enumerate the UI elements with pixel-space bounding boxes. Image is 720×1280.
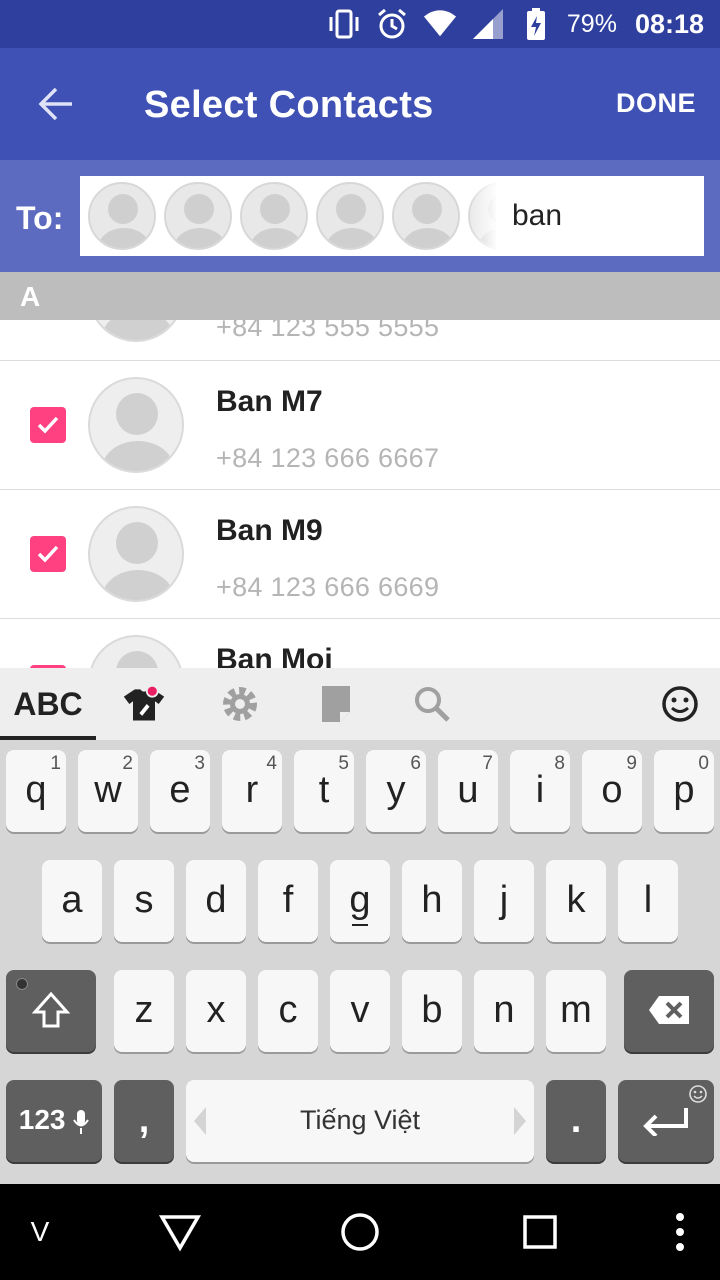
to-label: To: bbox=[16, 200, 64, 236]
avatar bbox=[88, 635, 184, 668]
key-h[interactable]: h bbox=[402, 860, 462, 942]
key-d[interactable]: d bbox=[186, 860, 246, 942]
key-z[interactable]: z bbox=[114, 970, 174, 1052]
space-key[interactable]: Tiếng Việt bbox=[186, 1080, 534, 1162]
back-arrow-icon bbox=[38, 87, 72, 121]
app-bar: Select Contacts DONE bbox=[0, 48, 720, 160]
key-m[interactable]: m bbox=[546, 970, 606, 1052]
shift-key[interactable] bbox=[6, 970, 96, 1052]
battery-charging-icon bbox=[519, 7, 553, 41]
settings-gear-icon[interactable] bbox=[218, 682, 262, 726]
key-c[interactable]: c bbox=[258, 970, 318, 1052]
key-o[interactable]: o9 bbox=[582, 750, 642, 832]
enter-key[interactable] bbox=[618, 1080, 714, 1162]
contact-name: Ban M9 bbox=[216, 514, 323, 547]
contact-list[interactable]: +84 123 555 5555 Ban M7 +84 123 666 6667… bbox=[0, 320, 720, 668]
home-circle-icon[interactable] bbox=[336, 1208, 384, 1256]
backspace-icon bbox=[649, 996, 689, 1024]
contact-row[interactable]: +84 123 555 5555 bbox=[0, 320, 720, 361]
contact-checkbox[interactable] bbox=[30, 536, 66, 572]
recipient-chip[interactable] bbox=[316, 182, 384, 250]
key-e[interactable]: e3 bbox=[150, 750, 210, 832]
tab-abc[interactable]: ABC bbox=[0, 668, 96, 740]
contact-row[interactable]: Ban Moi bbox=[0, 619, 720, 668]
contact-row[interactable]: Ban M9 +84 123 666 6669 bbox=[0, 490, 720, 619]
key-k[interactable]: k bbox=[546, 860, 606, 942]
contact-row[interactable]: Ban M7 +84 123 666 6667 bbox=[0, 361, 720, 490]
key-q[interactable]: q1 bbox=[6, 750, 66, 832]
check-icon bbox=[37, 545, 59, 563]
clock: 08:18 bbox=[634, 8, 704, 39]
back-triangle-icon[interactable] bbox=[156, 1208, 204, 1256]
keyboard-toolbar: ABC bbox=[0, 668, 720, 740]
recipient-chip[interactable] bbox=[164, 182, 232, 250]
period-key[interactable]: . bbox=[546, 1080, 606, 1162]
key-i[interactable]: i8 bbox=[510, 750, 570, 832]
status-bar: 79% 08:18 bbox=[0, 0, 720, 48]
avatar bbox=[88, 320, 184, 342]
search-icon[interactable] bbox=[410, 682, 454, 726]
contact-checkbox[interactable] bbox=[30, 407, 66, 443]
sticky-note-icon[interactable] bbox=[314, 682, 358, 726]
key-a[interactable]: a bbox=[42, 860, 102, 942]
back-button[interactable] bbox=[24, 76, 88, 132]
recipient-bar: To: bbox=[0, 160, 720, 272]
contact-phone: +84 123 666 6669 bbox=[216, 572, 440, 602]
check-icon bbox=[37, 416, 59, 434]
contact-name: Ban Moi bbox=[216, 643, 333, 668]
contact-name: Ban M7 bbox=[216, 385, 323, 418]
section-header: A bbox=[0, 272, 720, 320]
key-r[interactable]: r4 bbox=[222, 750, 282, 832]
key-l[interactable]: l bbox=[618, 860, 678, 942]
screen: 79% 08:18 Select Contacts DONE To: A +84… bbox=[0, 0, 720, 1280]
key-t[interactable]: t5 bbox=[294, 750, 354, 832]
recipient-field[interactable] bbox=[80, 176, 704, 256]
backspace-key[interactable] bbox=[624, 970, 714, 1052]
vibrate-icon bbox=[327, 7, 361, 41]
enter-icon bbox=[643, 1108, 688, 1138]
battery-percentage: 79% bbox=[566, 9, 617, 38]
avatar bbox=[88, 506, 184, 602]
recents-square-icon[interactable] bbox=[516, 1208, 564, 1256]
alarm-icon bbox=[375, 7, 409, 41]
more-options-icon[interactable] bbox=[664, 1208, 696, 1256]
recipient-chip[interactable] bbox=[240, 182, 308, 250]
theme-icon[interactable] bbox=[122, 682, 166, 726]
language-label: Tiếng Việt bbox=[299, 1105, 421, 1135]
mic-icon bbox=[73, 1109, 90, 1134]
key-b[interactable]: b bbox=[402, 970, 462, 1052]
recipient-chip[interactable] bbox=[88, 182, 156, 250]
key-v[interactable]: v bbox=[330, 970, 390, 1052]
wifi-icon bbox=[423, 7, 457, 41]
contact-phone: +84 123 666 6667 bbox=[216, 443, 440, 473]
emoji-small-icon bbox=[689, 1085, 707, 1103]
done-button[interactable]: DONE bbox=[616, 88, 696, 119]
comma-key[interactable]: , bbox=[114, 1080, 174, 1162]
key-j[interactable]: j bbox=[474, 860, 534, 942]
chevron-right-icon bbox=[514, 1107, 526, 1135]
key-x[interactable]: x bbox=[186, 970, 246, 1052]
hide-keyboard-button[interactable]: V bbox=[20, 1208, 60, 1256]
search-input[interactable] bbox=[496, 176, 704, 256]
signal-icon bbox=[471, 7, 505, 41]
shift-icon bbox=[31, 991, 71, 1028]
recipient-chip[interactable] bbox=[392, 182, 460, 250]
emoji-icon[interactable] bbox=[658, 682, 702, 726]
page-title: Select Contacts bbox=[144, 84, 434, 126]
key-u[interactable]: u7 bbox=[438, 750, 498, 832]
key-y[interactable]: y6 bbox=[366, 750, 426, 832]
navigation-bar: V bbox=[0, 1184, 720, 1280]
key-p[interactable]: p0 bbox=[654, 750, 714, 832]
key-w[interactable]: w2 bbox=[78, 750, 138, 832]
chip-fade bbox=[468, 176, 498, 256]
key-s[interactable]: s bbox=[114, 860, 174, 942]
numbers-key[interactable]: 123 bbox=[6, 1080, 102, 1162]
key-n[interactable]: n bbox=[474, 970, 534, 1052]
avatar bbox=[88, 377, 184, 473]
contact-phone: +84 123 555 5555 bbox=[216, 320, 440, 342]
chevron-left-icon bbox=[194, 1107, 206, 1135]
key-g[interactable]: g bbox=[330, 860, 390, 942]
key-f[interactable]: f bbox=[258, 860, 318, 942]
keyboard: ABC q1 w2 e3 r4 t5 y6 u7 i8 o9 p0 a s d … bbox=[0, 668, 720, 1184]
